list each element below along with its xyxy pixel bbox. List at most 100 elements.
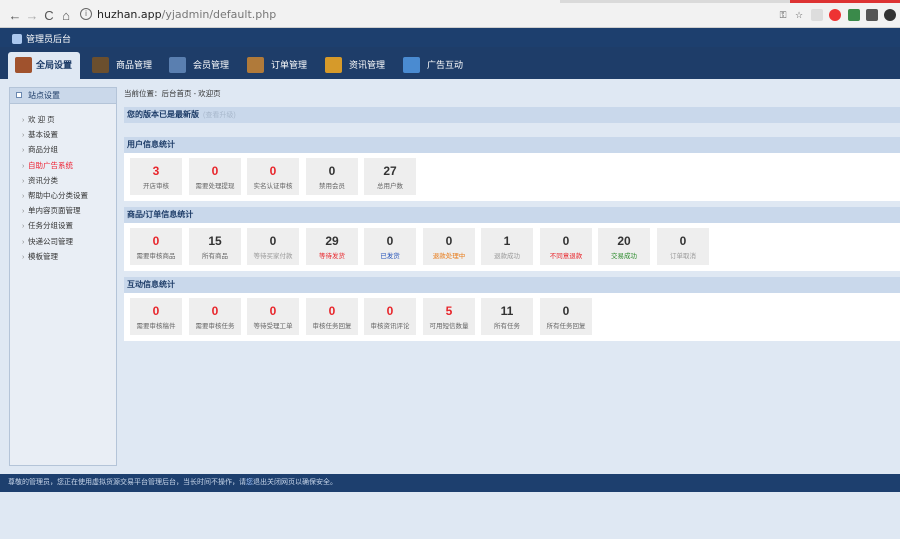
sidebar-item-news-categories[interactable]: › 资讯分类 xyxy=(10,173,116,188)
forward-button[interactable]: → xyxy=(25,9,39,23)
main-nav: 全局设置 商品管理 会员管理 订单管理 资讯管理 广告互动 xyxy=(0,47,900,79)
sidebar-header[interactable]: 站点设置 xyxy=(10,88,116,104)
tab-goods[interactable]: 商品管理 xyxy=(92,52,162,79)
news-icon xyxy=(325,57,342,73)
extension-new-icon[interactable] xyxy=(884,9,896,21)
stat-card[interactable]: 0 所有任务回复 xyxy=(540,298,592,335)
stat-card[interactable]: 0 等待受理工单 xyxy=(247,298,299,335)
qr-code-icon[interactable] xyxy=(866,9,878,21)
stat-card[interactable]: 0 不同意退款 xyxy=(540,228,592,265)
stat-card[interactable]: 0 实名认证审核 xyxy=(247,158,299,195)
sidebar-item-help-categories[interactable]: › 帮助中心分类设置 xyxy=(10,188,116,203)
stat-card[interactable]: 0 需要审核任务 xyxy=(189,298,241,335)
sidebar-item-label: 快递公司管理 xyxy=(28,236,73,246)
sidebar-item-couriers[interactable]: › 快递公司管理 xyxy=(10,234,116,249)
stat-value: 0 xyxy=(152,234,160,248)
sidebar-item-templates[interactable]: › 模板管理 xyxy=(10,249,116,264)
tab-global-settings[interactable]: 全局设置 xyxy=(8,52,80,79)
stat-card[interactable]: 29 等待发货 xyxy=(306,228,358,265)
stat-card[interactable]: 0 订单取消 xyxy=(657,228,709,265)
sidebar-item-self-service-ads[interactable]: › 自助广告系统 xyxy=(10,158,116,173)
stat-card[interactable]: 15 所有商品 xyxy=(189,228,241,265)
check-upgrade-link[interactable]: (查看升级) xyxy=(203,112,236,119)
tab-orders[interactable]: 订单管理 xyxy=(247,52,317,79)
stat-card[interactable]: 5 可用短信数量 xyxy=(423,298,475,335)
address-bar[interactable]: i huzhan.app/yjadmin/default.php xyxy=(80,6,780,24)
sidebar-item-basic-settings[interactable]: › 基本设置 xyxy=(10,127,116,142)
stat-card[interactable]: 0 禁用会员 xyxy=(306,158,358,195)
goods-icon xyxy=(92,57,109,73)
app-header: 管理员后台 xyxy=(0,28,900,47)
tab-news[interactable]: 资讯管理 xyxy=(325,52,395,79)
app-title: 管理员后台 xyxy=(12,32,71,45)
tab-label: 订单管理 xyxy=(271,60,308,70)
stat-label: 退款成功 xyxy=(494,253,520,260)
stat-value: 0 xyxy=(211,164,219,178)
adblock-icon[interactable] xyxy=(829,9,841,21)
url-text: huzhan.app/yjadmin/default.php xyxy=(97,8,276,21)
stat-card[interactable]: 0 需要审核稿件 xyxy=(130,298,182,335)
extension-gray-icon[interactable] xyxy=(811,9,823,21)
settings-icon xyxy=(15,57,32,73)
extension-green-icon[interactable] xyxy=(848,9,860,21)
stat-label: 所有商品 xyxy=(202,253,228,260)
stat-card[interactable]: 0 审核任务回复 xyxy=(306,298,358,335)
collapse-icon[interactable] xyxy=(16,92,22,98)
stat-value: 29 xyxy=(325,234,339,248)
stat-value: 11 xyxy=(500,304,514,318)
stat-card[interactable]: 20 交易成功 xyxy=(598,228,650,265)
tab-ads[interactable]: 广告互动 xyxy=(403,52,473,79)
stat-card[interactable]: 0 需要处理提现 xyxy=(189,158,241,195)
stat-card[interactable]: 0 已发货 xyxy=(364,228,416,265)
home-button[interactable]: ⌂ xyxy=(59,9,73,23)
sidebar-item-label: 模板管理 xyxy=(28,251,58,261)
version-notice-text: 您的版本已是最新版 xyxy=(127,110,199,119)
url-path: /yjadmin/default.php xyxy=(161,8,277,21)
stat-label: 退款处理中 xyxy=(432,253,466,260)
stat-label: 审核任务回复 xyxy=(312,323,352,330)
panel-title: 用户信息统计 xyxy=(124,137,900,153)
tab-members[interactable]: 会员管理 xyxy=(169,52,239,79)
back-button[interactable]: ← xyxy=(8,9,22,23)
stat-value: 0 xyxy=(562,304,570,318)
stat-value: 0 xyxy=(386,234,394,248)
sidebar-item-task-groups[interactable]: › 任务分组设置 xyxy=(10,218,116,233)
sidebar-item-label: 任务分组设置 xyxy=(28,221,73,231)
sidebar-item-welcome[interactable]: › 欢 迎 页 xyxy=(10,112,116,127)
user-stats-panel: 用户信息统计 3 开店审核 0 需要处理提现 0 实名认证审核 0 禁用会员 27 总用户… xyxy=(124,137,900,201)
stat-value: 0 xyxy=(211,304,219,318)
interaction-stats-panel: 互动信息统计 0 需要审核稿件 0 需要审核任务 0 等待受理工单 0 审核任务回复 0… xyxy=(124,277,900,341)
sidebar-menu: › 欢 迎 页 › 基本设置 › 商品分组 › 自助广告系统 › 资讯分类 › 帮助中心分类… xyxy=(10,104,116,264)
stat-value: 0 xyxy=(269,234,277,248)
active-tab[interactable] xyxy=(0,0,560,3)
stat-value: 15 xyxy=(208,234,222,248)
panel-body: 0 需要审核稿件 0 需要审核任务 0 等待受理工单 0 审核任务回复 0 审核资讯评论 … xyxy=(124,293,900,341)
stat-label: 不同意退款 xyxy=(549,253,583,260)
sidebar-item-label: 资讯分类 xyxy=(28,175,58,185)
stat-card[interactable]: 27 总用户数 xyxy=(364,158,416,195)
stat-card[interactable]: 1 退款成功 xyxy=(481,228,533,265)
ad-icon xyxy=(403,57,420,73)
admin-icon xyxy=(12,34,22,44)
panel-body: 3 开店审核 0 需要处理提现 0 实名认证审核 0 禁用会员 27 总用户数 xyxy=(124,153,900,201)
reload-button[interactable]: C xyxy=(42,9,56,23)
stat-card[interactable]: 0 需要审核商品 xyxy=(130,228,182,265)
stat-label: 实名认证审核 xyxy=(253,183,293,190)
info-icon[interactable]: i xyxy=(80,8,92,20)
breadcrumb: 当前位置：后台首页 - 欢迎页 xyxy=(124,89,221,98)
stat-card[interactable]: 0 退款处理中 xyxy=(423,228,475,265)
stat-label: 等待买家付款 xyxy=(253,253,293,260)
stat-card[interactable]: 0 等待买家付款 xyxy=(247,228,299,265)
star-icon[interactable]: ☆ xyxy=(793,9,805,21)
sidebar-item-goods-groups[interactable]: › 商品分组 xyxy=(10,142,116,157)
key-icon[interactable]: ⚿ xyxy=(777,9,789,21)
stat-label: 需要审核商品 xyxy=(136,253,176,260)
stat-label: 等待发货 xyxy=(319,253,345,260)
tab-label: 资讯管理 xyxy=(349,60,386,70)
stat-card[interactable]: 0 审核资讯评论 xyxy=(364,298,416,335)
sidebar-item-single-pages[interactable]: › 单内容页面管理 xyxy=(10,203,116,218)
stat-card[interactable]: 3 开店审核 xyxy=(130,158,182,195)
member-icon xyxy=(169,57,186,73)
stat-card[interactable]: 11 所有任务 xyxy=(481,298,533,335)
stat-value: 27 xyxy=(383,164,397,178)
